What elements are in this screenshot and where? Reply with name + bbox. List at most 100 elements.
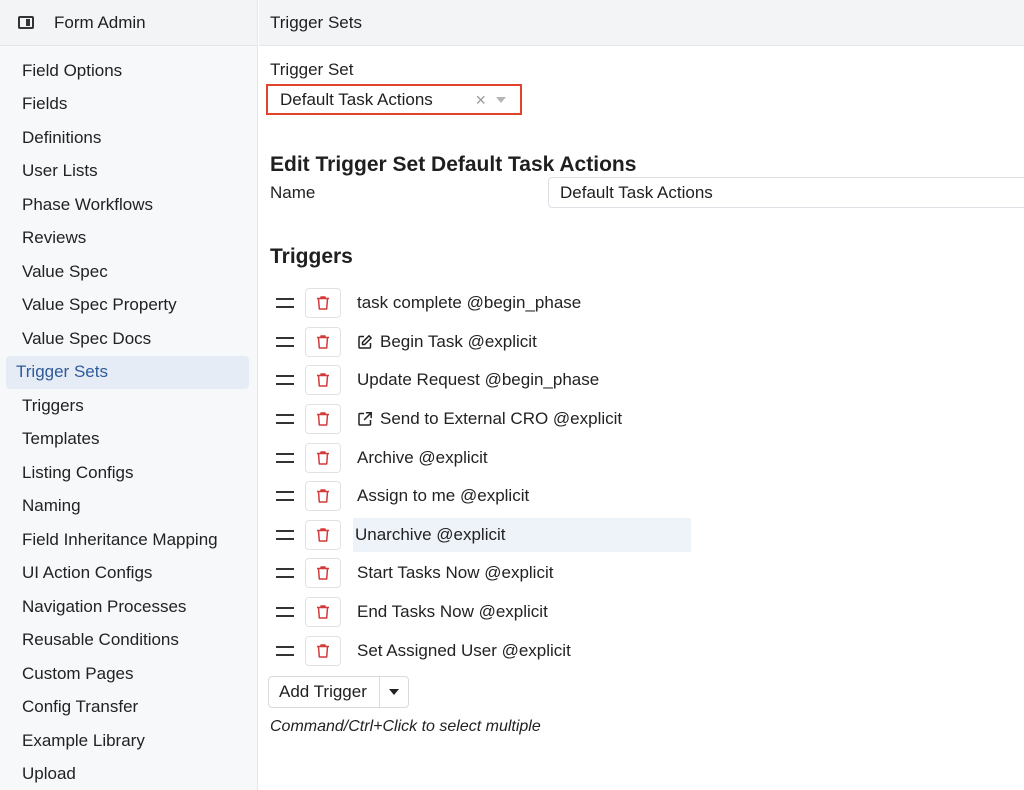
drag-handle-icon[interactable] bbox=[276, 491, 294, 502]
sidebar-item-fields[interactable]: Fields bbox=[6, 88, 249, 122]
chevron-down-icon[interactable] bbox=[496, 96, 506, 103]
trigger-row[interactable]: Begin Task @explicit bbox=[274, 323, 691, 362]
trash-icon bbox=[316, 411, 330, 427]
trigger-set-selected-value: Default Task Actions bbox=[280, 89, 433, 109]
sidebar-header: Form Admin bbox=[0, 0, 257, 46]
sidebar-item-listing-configs[interactable]: Listing Configs bbox=[6, 456, 249, 490]
sidebar-item-trigger-sets[interactable]: Trigger Sets bbox=[6, 355, 249, 389]
name-label: Name bbox=[270, 183, 316, 202]
multi-select-hint: Command/Ctrl+Click to select multiple bbox=[270, 718, 541, 735]
sidebar: Form Admin Field Options Fields Definition… bbox=[0, 0, 258, 790]
edit-icon bbox=[357, 334, 380, 350]
trash-icon bbox=[316, 643, 330, 659]
drag-handle-icon[interactable] bbox=[276, 414, 294, 425]
trash-icon bbox=[316, 604, 330, 620]
trigger-label[interactable]: Unarchive @explicit bbox=[353, 517, 691, 552]
sidebar-item-value-spec-property[interactable]: Value Spec Property bbox=[6, 289, 249, 323]
drag-handle-icon[interactable] bbox=[276, 645, 294, 656]
trash-icon bbox=[316, 334, 330, 350]
drag-handle-icon[interactable] bbox=[276, 298, 294, 309]
delete-trigger-button[interactable] bbox=[305, 365, 341, 396]
trigger-label[interactable]: Assign to me @explicit bbox=[355, 479, 531, 513]
drag-handle-icon[interactable] bbox=[276, 452, 294, 463]
trash-icon bbox=[316, 450, 330, 466]
trigger-label-text: Assign to me @explicit bbox=[357, 486, 530, 506]
sidebar-item-ui-action-configs[interactable]: UI Action Configs bbox=[6, 557, 249, 591]
sidebar-item-templates[interactable]: Templates bbox=[6, 423, 249, 457]
trigger-label[interactable]: Begin Task @explicit bbox=[355, 325, 539, 359]
trash-icon bbox=[316, 295, 330, 311]
add-trigger-split-button: Add Trigger bbox=[268, 676, 409, 708]
delete-trigger-button[interactable] bbox=[305, 597, 341, 628]
trigger-label[interactable]: Archive @explicit bbox=[355, 441, 490, 475]
panel-layout-icon[interactable] bbox=[18, 16, 34, 29]
sidebar-item-definitions[interactable]: Definitions bbox=[6, 121, 249, 155]
trigger-set-label: Trigger Set bbox=[270, 60, 354, 79]
trigger-label-text: Start Tasks Now @explicit bbox=[357, 563, 554, 583]
trigger-label-text: Send to External CRO @explicit bbox=[380, 409, 623, 429]
triggers-heading: Triggers bbox=[270, 245, 353, 268]
sidebar-item-reviews[interactable]: Reviews bbox=[6, 222, 249, 256]
sidebar-item-reusable-conditions[interactable]: Reusable Conditions bbox=[6, 624, 249, 658]
trigger-label-text: Archive @explicit bbox=[357, 447, 488, 467]
name-input[interactable] bbox=[548, 177, 1024, 208]
trigger-row[interactable]: Start Tasks Now @explicit bbox=[274, 554, 691, 593]
trigger-label[interactable]: End Tasks Now @explicit bbox=[355, 595, 550, 629]
trigger-label[interactable]: Update Request @begin_phase bbox=[355, 363, 601, 397]
delete-trigger-button[interactable] bbox=[305, 404, 341, 435]
trash-icon bbox=[316, 527, 330, 543]
trigger-row[interactable]: Send to External CRO @explicit bbox=[274, 400, 691, 439]
sidebar-item-navigation-processes[interactable]: Navigation Processes bbox=[6, 590, 249, 624]
drag-handle-icon[interactable] bbox=[276, 529, 294, 540]
delete-trigger-button[interactable] bbox=[305, 519, 341, 550]
trigger-row[interactable]: Unarchive @explicit bbox=[274, 516, 691, 555]
trigger-row[interactable]: task complete @begin_phase bbox=[274, 284, 691, 323]
sidebar-item-custom-pages[interactable]: Custom Pages bbox=[6, 657, 249, 691]
trigger-row[interactable]: Update Request @begin_phase bbox=[274, 361, 691, 400]
delete-trigger-button[interactable] bbox=[305, 288, 341, 319]
trigger-label-text: Update Request @begin_phase bbox=[357, 370, 600, 390]
delete-trigger-button[interactable] bbox=[305, 481, 341, 512]
trigger-label-text: End Tasks Now @explicit bbox=[357, 602, 548, 622]
trigger-row[interactable]: Assign to me @explicit bbox=[274, 477, 691, 516]
sidebar-item-field-options[interactable]: Field Options bbox=[6, 54, 249, 88]
drag-handle-icon[interactable] bbox=[276, 336, 294, 347]
page-title: Trigger Sets bbox=[270, 12, 362, 32]
delete-trigger-button[interactable] bbox=[305, 326, 341, 357]
sidebar-item-naming[interactable]: Naming bbox=[6, 490, 249, 524]
trigger-set-select[interactable]: Default Task Actions × bbox=[266, 84, 522, 115]
trigger-row[interactable]: Set Assigned User @explicit bbox=[274, 631, 691, 670]
sidebar-item-value-spec-docs[interactable]: Value Spec Docs bbox=[6, 322, 249, 356]
add-trigger-dropdown[interactable] bbox=[380, 677, 408, 707]
trigger-label[interactable]: task complete @begin_phase bbox=[355, 286, 583, 320]
sidebar-item-phase-workflows[interactable]: Phase Workflows bbox=[6, 188, 249, 222]
sidebar-item-upload[interactable]: Upload bbox=[6, 758, 249, 790]
trigger-label[interactable]: Start Tasks Now @explicit bbox=[355, 556, 555, 590]
drag-handle-icon[interactable] bbox=[276, 607, 294, 618]
topbar: Trigger Sets bbox=[259, 0, 1024, 46]
add-trigger-button[interactable]: Add Trigger bbox=[269, 677, 380, 707]
sidebar-item-config-transfer[interactable]: Config Transfer bbox=[6, 691, 249, 725]
trigger-row[interactable]: End Tasks Now @explicit bbox=[274, 593, 691, 632]
clear-icon[interactable]: × bbox=[475, 91, 486, 109]
sidebar-item-field-inheritance-mapping[interactable]: Field Inheritance Mapping bbox=[6, 523, 249, 557]
drag-handle-icon[interactable] bbox=[276, 375, 294, 386]
trigger-label[interactable]: Send to External CRO @explicit bbox=[355, 402, 624, 436]
sidebar-item-triggers[interactable]: Triggers bbox=[6, 389, 249, 423]
delete-trigger-button[interactable] bbox=[305, 442, 341, 473]
sidebar-item-value-spec[interactable]: Value Spec bbox=[6, 255, 249, 289]
sidebar-item-user-lists[interactable]: User Lists bbox=[6, 155, 249, 189]
drag-handle-icon[interactable] bbox=[276, 568, 294, 579]
external-link-icon bbox=[357, 411, 380, 427]
delete-trigger-button[interactable] bbox=[305, 558, 341, 589]
app-title: Form Admin bbox=[54, 12, 146, 32]
trash-icon bbox=[316, 565, 330, 581]
delete-trigger-button[interactable] bbox=[305, 635, 341, 666]
trigger-label[interactable]: Set Assigned User @explicit bbox=[355, 634, 573, 668]
trigger-label-text: Set Assigned User @explicit bbox=[357, 640, 571, 660]
trigger-row[interactable]: Archive @explicit bbox=[274, 438, 691, 477]
edit-heading: Edit Trigger Set Default Task Actions bbox=[270, 153, 637, 176]
trash-icon bbox=[316, 488, 330, 504]
caret-down-icon bbox=[388, 689, 399, 695]
sidebar-item-example-library[interactable]: Example Library bbox=[6, 724, 249, 758]
